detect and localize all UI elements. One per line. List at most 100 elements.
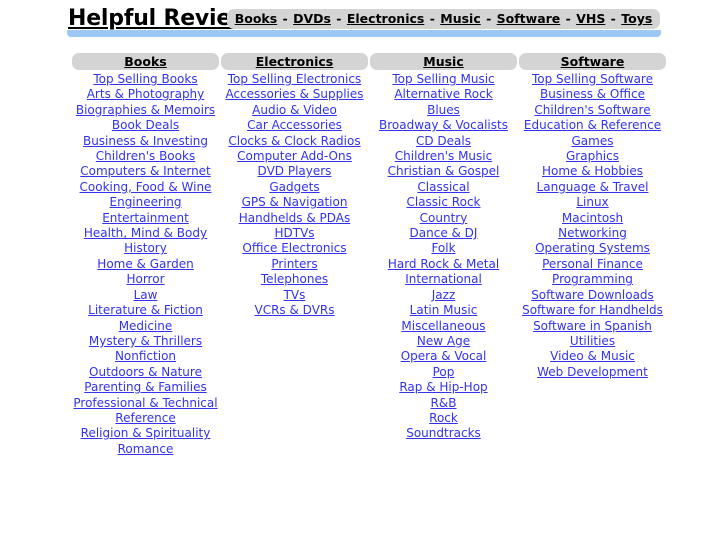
- category-link-engineering[interactable]: Engineering: [110, 195, 182, 209]
- category-link-children-s-books[interactable]: Children's Books: [96, 149, 195, 163]
- list-item: Entertainment: [72, 211, 219, 226]
- category-link-book-deals[interactable]: Book Deals: [112, 118, 179, 132]
- category-link-international[interactable]: International: [405, 272, 482, 286]
- category-link-home-garden[interactable]: Home & Garden: [97, 257, 193, 271]
- category-link-personal-finance[interactable]: Personal Finance: [542, 257, 643, 271]
- column-heading-software[interactable]: Software: [519, 53, 666, 70]
- category-link-clocks-clock-radios[interactable]: Clocks & Clock Radios: [228, 134, 360, 148]
- category-link-pop[interactable]: Pop: [433, 365, 455, 379]
- category-link-dance-dj[interactable]: Dance & DJ: [410, 226, 478, 240]
- category-link-miscellaneous[interactable]: Miscellaneous: [401, 319, 485, 333]
- category-link-health-mind-body[interactable]: Health, Mind & Body: [84, 226, 207, 240]
- category-link-arts-photography[interactable]: Arts & Photography: [87, 87, 205, 101]
- category-link-audio-video[interactable]: Audio & Video: [252, 103, 337, 117]
- column-heading-electronics[interactable]: Electronics: [221, 53, 368, 70]
- category-link-classical[interactable]: Classical: [417, 180, 469, 194]
- category-link-web-development[interactable]: Web Development: [537, 365, 648, 379]
- category-link-children-s-music[interactable]: Children's Music: [395, 149, 492, 163]
- category-link-software-downloads[interactable]: Software Downloads: [531, 288, 654, 302]
- column-heading-music[interactable]: Music: [370, 53, 517, 70]
- category-link-telephones[interactable]: Telephones: [261, 272, 328, 286]
- category-link-cd-deals[interactable]: CD Deals: [416, 134, 471, 148]
- category-link-video-music[interactable]: Video & Music: [550, 349, 635, 363]
- category-link-alternative-rock[interactable]: Alternative Rock: [394, 87, 492, 101]
- topnav-link-software[interactable]: Software: [497, 11, 561, 26]
- category-link-vcrs-dvrs[interactable]: VCRs & DVRs: [255, 303, 335, 317]
- column-heading-books[interactable]: Books: [72, 53, 219, 70]
- category-link-handhelds-pdas[interactable]: Handhelds & PDAs: [239, 211, 351, 225]
- category-link-country[interactable]: Country: [420, 211, 468, 225]
- category-link-top-selling-electronics[interactable]: Top Selling Electronics: [228, 72, 362, 86]
- category-link-hdtvs[interactable]: HDTVs: [274, 226, 314, 240]
- category-link-children-s-software[interactable]: Children's Software: [534, 103, 650, 117]
- category-link-professional-technical[interactable]: Professional & Technical: [73, 396, 217, 410]
- category-link-linux[interactable]: Linux: [576, 195, 608, 209]
- category-link-parenting-families[interactable]: Parenting & Families: [84, 380, 206, 394]
- category-link-games[interactable]: Games: [572, 134, 614, 148]
- category-link-tvs[interactable]: TVs: [284, 288, 306, 302]
- category-link-r-b[interactable]: R&B: [431, 396, 457, 410]
- category-link-computers-internet[interactable]: Computers & Internet: [80, 164, 211, 178]
- list-item: Personal Finance: [519, 257, 666, 272]
- category-link-outdoors-nature[interactable]: Outdoors & Nature: [89, 365, 202, 379]
- category-link-operating-systems[interactable]: Operating Systems: [535, 241, 650, 255]
- category-link-classic-rock[interactable]: Classic Rock: [406, 195, 480, 209]
- category-link-latin-music[interactable]: Latin Music: [410, 303, 478, 317]
- category-link-hard-rock-metal[interactable]: Hard Rock & Metal: [388, 257, 499, 271]
- category-link-programming[interactable]: Programming: [552, 272, 633, 286]
- category-link-rap-hip-hop[interactable]: Rap & Hip-Hop: [399, 380, 487, 394]
- category-link-nonfiction[interactable]: Nonfiction: [115, 349, 176, 363]
- category-link-top-selling-music[interactable]: Top Selling Music: [392, 72, 494, 86]
- category-link-new-age[interactable]: New Age: [417, 334, 470, 348]
- category-link-soundtracks[interactable]: Soundtracks: [406, 426, 481, 440]
- category-link-history[interactable]: History: [124, 241, 167, 255]
- category-link-entertainment[interactable]: Entertainment: [102, 211, 189, 225]
- category-link-networking[interactable]: Networking: [558, 226, 627, 240]
- category-link-language-travel[interactable]: Language & Travel: [537, 180, 649, 194]
- category-link-literature-fiction[interactable]: Literature & Fiction: [88, 303, 203, 317]
- topnav-link-books[interactable]: Books: [235, 11, 277, 26]
- category-link-biographies-memoirs[interactable]: Biographies & Memoirs: [76, 103, 215, 117]
- list-item: Folk: [370, 241, 517, 256]
- category-link-medicine[interactable]: Medicine: [119, 319, 173, 333]
- category-link-office-electronics[interactable]: Office Electronics: [242, 241, 346, 255]
- topnav-link-vhs[interactable]: VHS: [576, 11, 605, 26]
- category-link-business-investing[interactable]: Business & Investing: [83, 134, 208, 148]
- category-link-printers[interactable]: Printers: [271, 257, 317, 271]
- category-link-opera-vocal[interactable]: Opera & Vocal: [401, 349, 487, 363]
- category-link-utilities[interactable]: Utilities: [570, 334, 615, 348]
- category-link-accessories-supplies[interactable]: Accessories & Supplies: [225, 87, 363, 101]
- category-link-mystery-thrillers[interactable]: Mystery & Thrillers: [89, 334, 202, 348]
- category-link-business-office[interactable]: Business & Office: [540, 87, 645, 101]
- category-link-education-reference[interactable]: Education & Reference: [524, 118, 661, 132]
- category-link-religion-spirituality[interactable]: Religion & Spirituality: [81, 426, 211, 440]
- category-link-home-hobbies[interactable]: Home & Hobbies: [542, 164, 643, 178]
- category-link-horror[interactable]: Horror: [126, 272, 164, 286]
- topnav-link-electronics[interactable]: Electronics: [347, 11, 424, 26]
- category-link-dvd-players[interactable]: DVD Players: [258, 164, 332, 178]
- category-link-christian-gospel[interactable]: Christian & Gospel: [388, 164, 500, 178]
- category-link-gadgets[interactable]: Gadgets: [269, 180, 319, 194]
- category-link-car-accessories[interactable]: Car Accessories: [247, 118, 342, 132]
- category-link-computer-add-ons[interactable]: Computer Add-Ons: [237, 149, 352, 163]
- category-link-jazz[interactable]: Jazz: [432, 288, 456, 302]
- topnav-link-dvds[interactable]: DVDs: [293, 11, 331, 26]
- category-link-broadway-vocalists[interactable]: Broadway & Vocalists: [379, 118, 508, 132]
- category-link-law[interactable]: Law: [134, 288, 158, 302]
- category-link-macintosh[interactable]: Macintosh: [562, 211, 623, 225]
- category-link-folk[interactable]: Folk: [431, 241, 455, 255]
- category-link-reference[interactable]: Reference: [115, 411, 175, 425]
- category-link-romance[interactable]: Romance: [118, 442, 174, 456]
- category-link-cooking-food-wine[interactable]: Cooking, Food & Wine: [80, 180, 212, 194]
- category-link-top-selling-software[interactable]: Top Selling Software: [532, 72, 653, 86]
- category-link-blues[interactable]: Blues: [427, 103, 460, 117]
- category-link-graphics[interactable]: Graphics: [566, 149, 619, 163]
- topnav-link-music[interactable]: Music: [440, 11, 480, 26]
- category-link-top-selling-books[interactable]: Top Selling Books: [93, 72, 197, 86]
- category-link-software-for-handhelds[interactable]: Software for Handhelds: [522, 303, 663, 317]
- list-item: Professional & Technical: [72, 396, 219, 411]
- category-link-rock[interactable]: Rock: [429, 411, 458, 425]
- category-link-gps-navigation[interactable]: GPS & Navigation: [242, 195, 348, 209]
- topnav-link-toys[interactable]: Toys: [621, 11, 652, 26]
- category-link-software-in-spanish[interactable]: Software in Spanish: [533, 319, 652, 333]
